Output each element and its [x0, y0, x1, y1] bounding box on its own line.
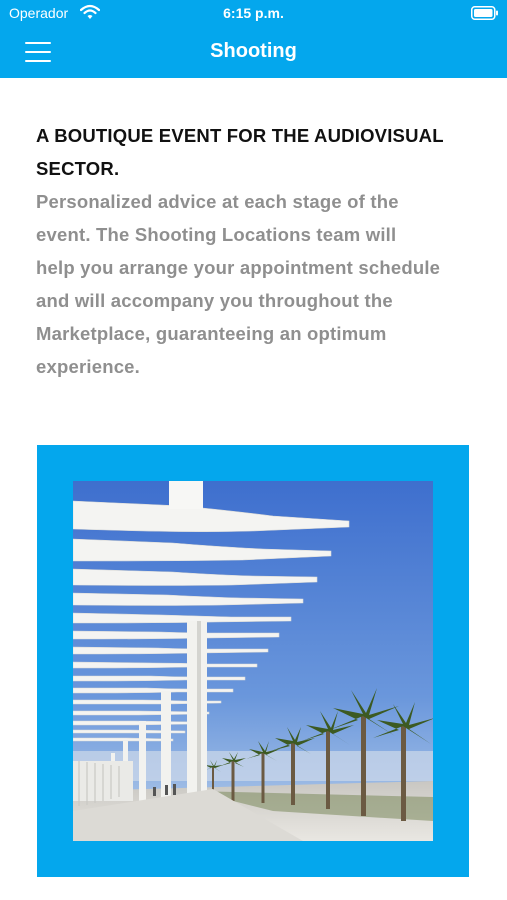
clock-time: 6:15 p.m. — [223, 5, 284, 21]
description: Personalized advice at each stage of the… — [36, 185, 476, 383]
description-line: event. The Shooting Locations team will — [36, 224, 397, 245]
location-photo — [73, 481, 433, 841]
description-line: help you arrange your appointment schedu… — [36, 257, 441, 278]
headline: A BOUTIQUE EVENT FOR THE AUDIOVISUAL SEC… — [36, 119, 476, 185]
status-bar: Operador 6:15 p.m. — [0, 0, 507, 28]
intro-section: A BOUTIQUE EVENT FOR THE AUDIOVISUAL SEC… — [36, 119, 476, 383]
description-line: Marketplace, guaranteeing an optimum — [36, 323, 387, 344]
page-title: Shooting — [210, 40, 297, 62]
description-line: and will accompany you throughout the — [36, 290, 393, 311]
description-line: Personalized advice at each stage of the — [36, 191, 399, 212]
description-line: experience. — [36, 356, 141, 377]
battery-icon — [471, 6, 499, 20]
image-frame — [37, 445, 469, 877]
headline-line: SECTOR. — [36, 158, 120, 179]
navigation-bar: Shooting — [0, 28, 507, 78]
headline-line: A BOUTIQUE EVENT FOR THE AUDIOVISUAL — [36, 125, 444, 146]
